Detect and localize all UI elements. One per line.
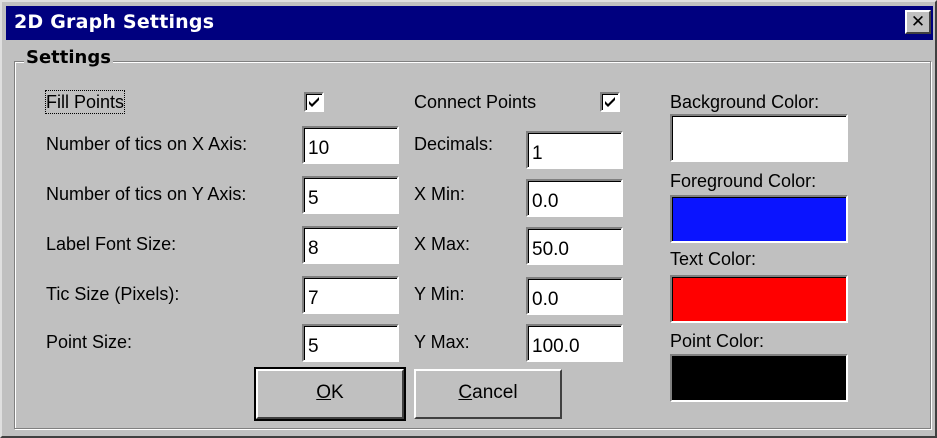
close-button[interactable]: ✕ (905, 10, 931, 34)
decimals-input[interactable]: 1 (526, 131, 623, 169)
tic-size-label: Tic Size (Pixels): (46, 284, 180, 304)
x-tics-label: Number of tics on X Axis: (46, 134, 248, 154)
point-size-input[interactable]: 5 (302, 324, 399, 362)
background-color-swatch[interactable] (670, 114, 848, 162)
label-font-size-input[interactable]: 8 (302, 226, 399, 264)
dialog-title: 2D Graph Settings (14, 11, 215, 33)
y-min-label: Y Min: (414, 284, 465, 304)
checkmark-icon (605, 97, 615, 107)
point-color-swatch[interactable] (670, 354, 848, 402)
settings-group-label: Settings (24, 47, 113, 69)
text-color-swatch[interactable] (670, 275, 848, 323)
fill-points-label[interactable]: Fill Points (44, 90, 126, 114)
connect-points-label[interactable]: Connect Points (414, 91, 536, 113)
point-color-label: Point Color: (670, 331, 765, 351)
close-icon: ✕ (910, 12, 926, 32)
background-color-label: Background Color: (670, 92, 820, 112)
graph-settings-dialog: 2D Graph Settings ✕ Settings Fill Points… (0, 0, 937, 438)
fill-points-checkbox[interactable] (304, 92, 324, 112)
point-size-label: Point Size: (46, 332, 133, 352)
connect-points-checkbox[interactable] (600, 92, 620, 112)
foreground-color-swatch[interactable] (670, 195, 848, 243)
cancel-button[interactable]: Cancel (414, 369, 562, 419)
y-min-input[interactable]: 0.0 (526, 277, 623, 315)
decimals-label: Decimals: (414, 134, 494, 154)
x-min-input[interactable]: 0.0 (526, 179, 623, 217)
cancel-mnemonic: C (458, 382, 473, 403)
text-color-label: Text Color: (670, 249, 757, 269)
y-tics-label: Number of tics on Y Axis: (46, 184, 247, 204)
x-max-input[interactable]: 50.0 (526, 227, 623, 265)
y-max-label: Y Max: (414, 332, 470, 352)
y-max-input[interactable]: 100.0 (526, 324, 623, 362)
ok-mnemonic: O (316, 382, 332, 403)
foreground-color-label: Foreground Color: (670, 171, 817, 191)
checkmark-icon (309, 97, 319, 107)
label-font-size-label: Label Font Size: (46, 234, 177, 254)
ok-button[interactable]: OK (254, 367, 406, 421)
x-min-label: X Min: (414, 184, 466, 204)
tic-size-input[interactable]: 7 (302, 276, 399, 314)
ok-label-rest: K (331, 382, 344, 403)
y-tics-input[interactable]: 5 (302, 176, 399, 214)
cancel-label-rest: ancel (472, 382, 518, 403)
x-max-label: X Max: (414, 234, 471, 254)
title-bar[interactable]: 2D Graph Settings ✕ (6, 6, 933, 40)
x-tics-input[interactable]: 10 (302, 126, 399, 164)
